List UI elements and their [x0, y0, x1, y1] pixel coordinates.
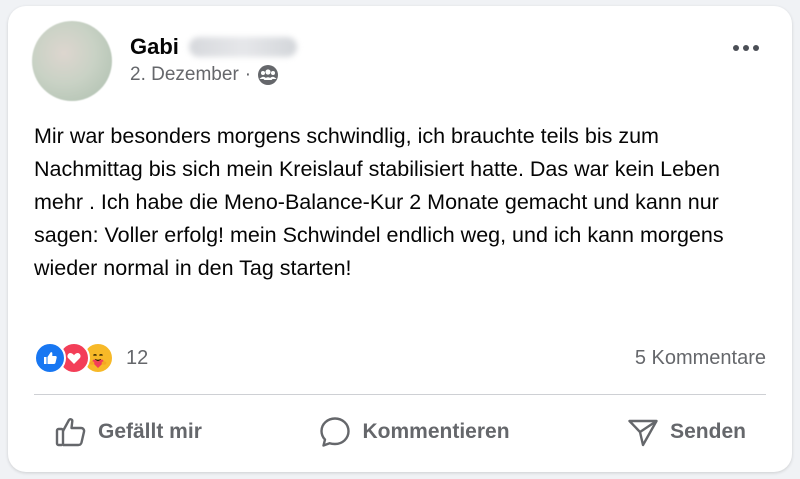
- reaction-count[interactable]: 12: [126, 347, 148, 370]
- post-text: Mir war besonders morgens schwindlig, ic…: [34, 124, 724, 280]
- comment-bubble-icon: [318, 415, 352, 449]
- like-reaction-icon: [34, 342, 66, 374]
- post-meta: 2. Dezember ·: [130, 64, 279, 86]
- reaction-summary[interactable]: 12: [34, 342, 148, 374]
- thumbs-up-icon: [54, 415, 88, 449]
- author-name[interactable]: Gabi: [130, 34, 179, 60]
- post-actions: Gefällt mir Kommentieren Senden: [34, 404, 766, 460]
- send-button[interactable]: Senden: [606, 415, 766, 449]
- author-row: Gabi: [130, 34, 297, 60]
- send-icon: [626, 415, 660, 449]
- comment-button[interactable]: Kommentieren: [298, 415, 529, 449]
- avatar[interactable]: [32, 21, 112, 101]
- comments-count-link[interactable]: 5 Kommentare: [635, 347, 766, 370]
- reactions-bar: 12 5 Kommentare: [34, 340, 766, 376]
- divider: [34, 394, 766, 395]
- meta-separator: ·: [244, 64, 252, 85]
- more-options-icon[interactable]: [728, 34, 764, 62]
- like-button[interactable]: Gefällt mir: [34, 415, 222, 449]
- group-audience-icon[interactable]: [257, 64, 279, 86]
- like-button-label: Gefällt mir: [98, 420, 202, 443]
- post-date[interactable]: 2. Dezember: [130, 64, 239, 86]
- comment-button-label: Kommentieren: [362, 420, 510, 443]
- author-surname-redacted: [188, 37, 297, 57]
- send-button-label: Senden: [670, 420, 746, 443]
- post-card: Gabi 2. Dezember · Mir war besonders mor…: [8, 6, 792, 472]
